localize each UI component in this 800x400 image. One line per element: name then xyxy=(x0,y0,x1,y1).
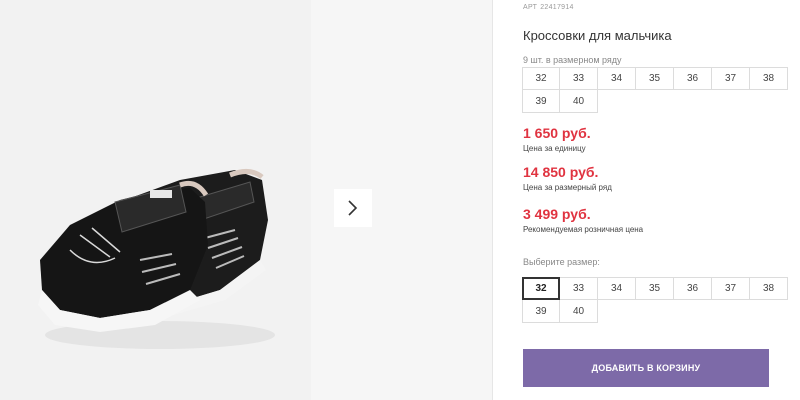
chevron-right-icon xyxy=(348,200,358,216)
product-title: Кроссовки для мальчика xyxy=(523,28,672,43)
article-value: 22417914 xyxy=(540,4,574,11)
add-to-cart-button[interactable]: ДОБАВИТЬ В КОРЗИНУ xyxy=(523,349,769,387)
size-option-33[interactable]: 33 xyxy=(560,277,598,300)
size-row-cell-35: 35 xyxy=(636,67,674,90)
size-row-caption: 9 шт. в размерном ряду xyxy=(523,55,622,65)
row-price: 14 850 руб. xyxy=(523,164,599,180)
size-option-39[interactable]: 39 xyxy=(522,300,560,323)
size-option-35[interactable]: 35 xyxy=(636,277,674,300)
size-row-cell-33: 33 xyxy=(560,67,598,90)
unit-price-label: Цена за единицу xyxy=(523,144,586,153)
size-option-38[interactable]: 38 xyxy=(750,277,788,300)
size-option-32[interactable]: 32 xyxy=(522,277,560,300)
size-row-cell-39: 39 xyxy=(522,90,560,113)
size-row-cell-36: 36 xyxy=(674,67,712,90)
size-row-cell-37: 37 xyxy=(712,67,750,90)
gallery-divider xyxy=(492,0,493,400)
size-row-cell-40: 40 xyxy=(560,90,598,113)
size-option-34[interactable]: 34 xyxy=(598,277,636,300)
retail-price-label: Рекомендуемая розничная цена xyxy=(523,225,644,234)
size-select-caption: Выберите размер: xyxy=(523,257,600,267)
row-price-label: Цена за размерный ряд xyxy=(523,183,612,192)
article-number: АРТ 22417914 xyxy=(523,4,577,11)
unit-price: 1 650 руб. xyxy=(523,125,591,141)
size-option-36[interactable]: 36 xyxy=(674,277,712,300)
size-row-grid: 32 33 34 35 36 37 38 39 40 xyxy=(522,67,788,113)
gallery-next-button[interactable] xyxy=(334,189,372,227)
product-image xyxy=(38,169,275,349)
article-prefix: АРТ xyxy=(523,4,538,11)
size-row-cell-32: 32 xyxy=(522,67,560,90)
size-row-cell-34: 34 xyxy=(598,67,636,90)
size-option-40[interactable]: 40 xyxy=(560,300,598,323)
size-row-cell-38: 38 xyxy=(750,67,788,90)
size-select-grid: 32 33 34 35 36 37 38 39 40 xyxy=(522,277,788,323)
size-option-37[interactable]: 37 xyxy=(712,277,750,300)
retail-price: 3 499 руб. xyxy=(523,206,591,222)
